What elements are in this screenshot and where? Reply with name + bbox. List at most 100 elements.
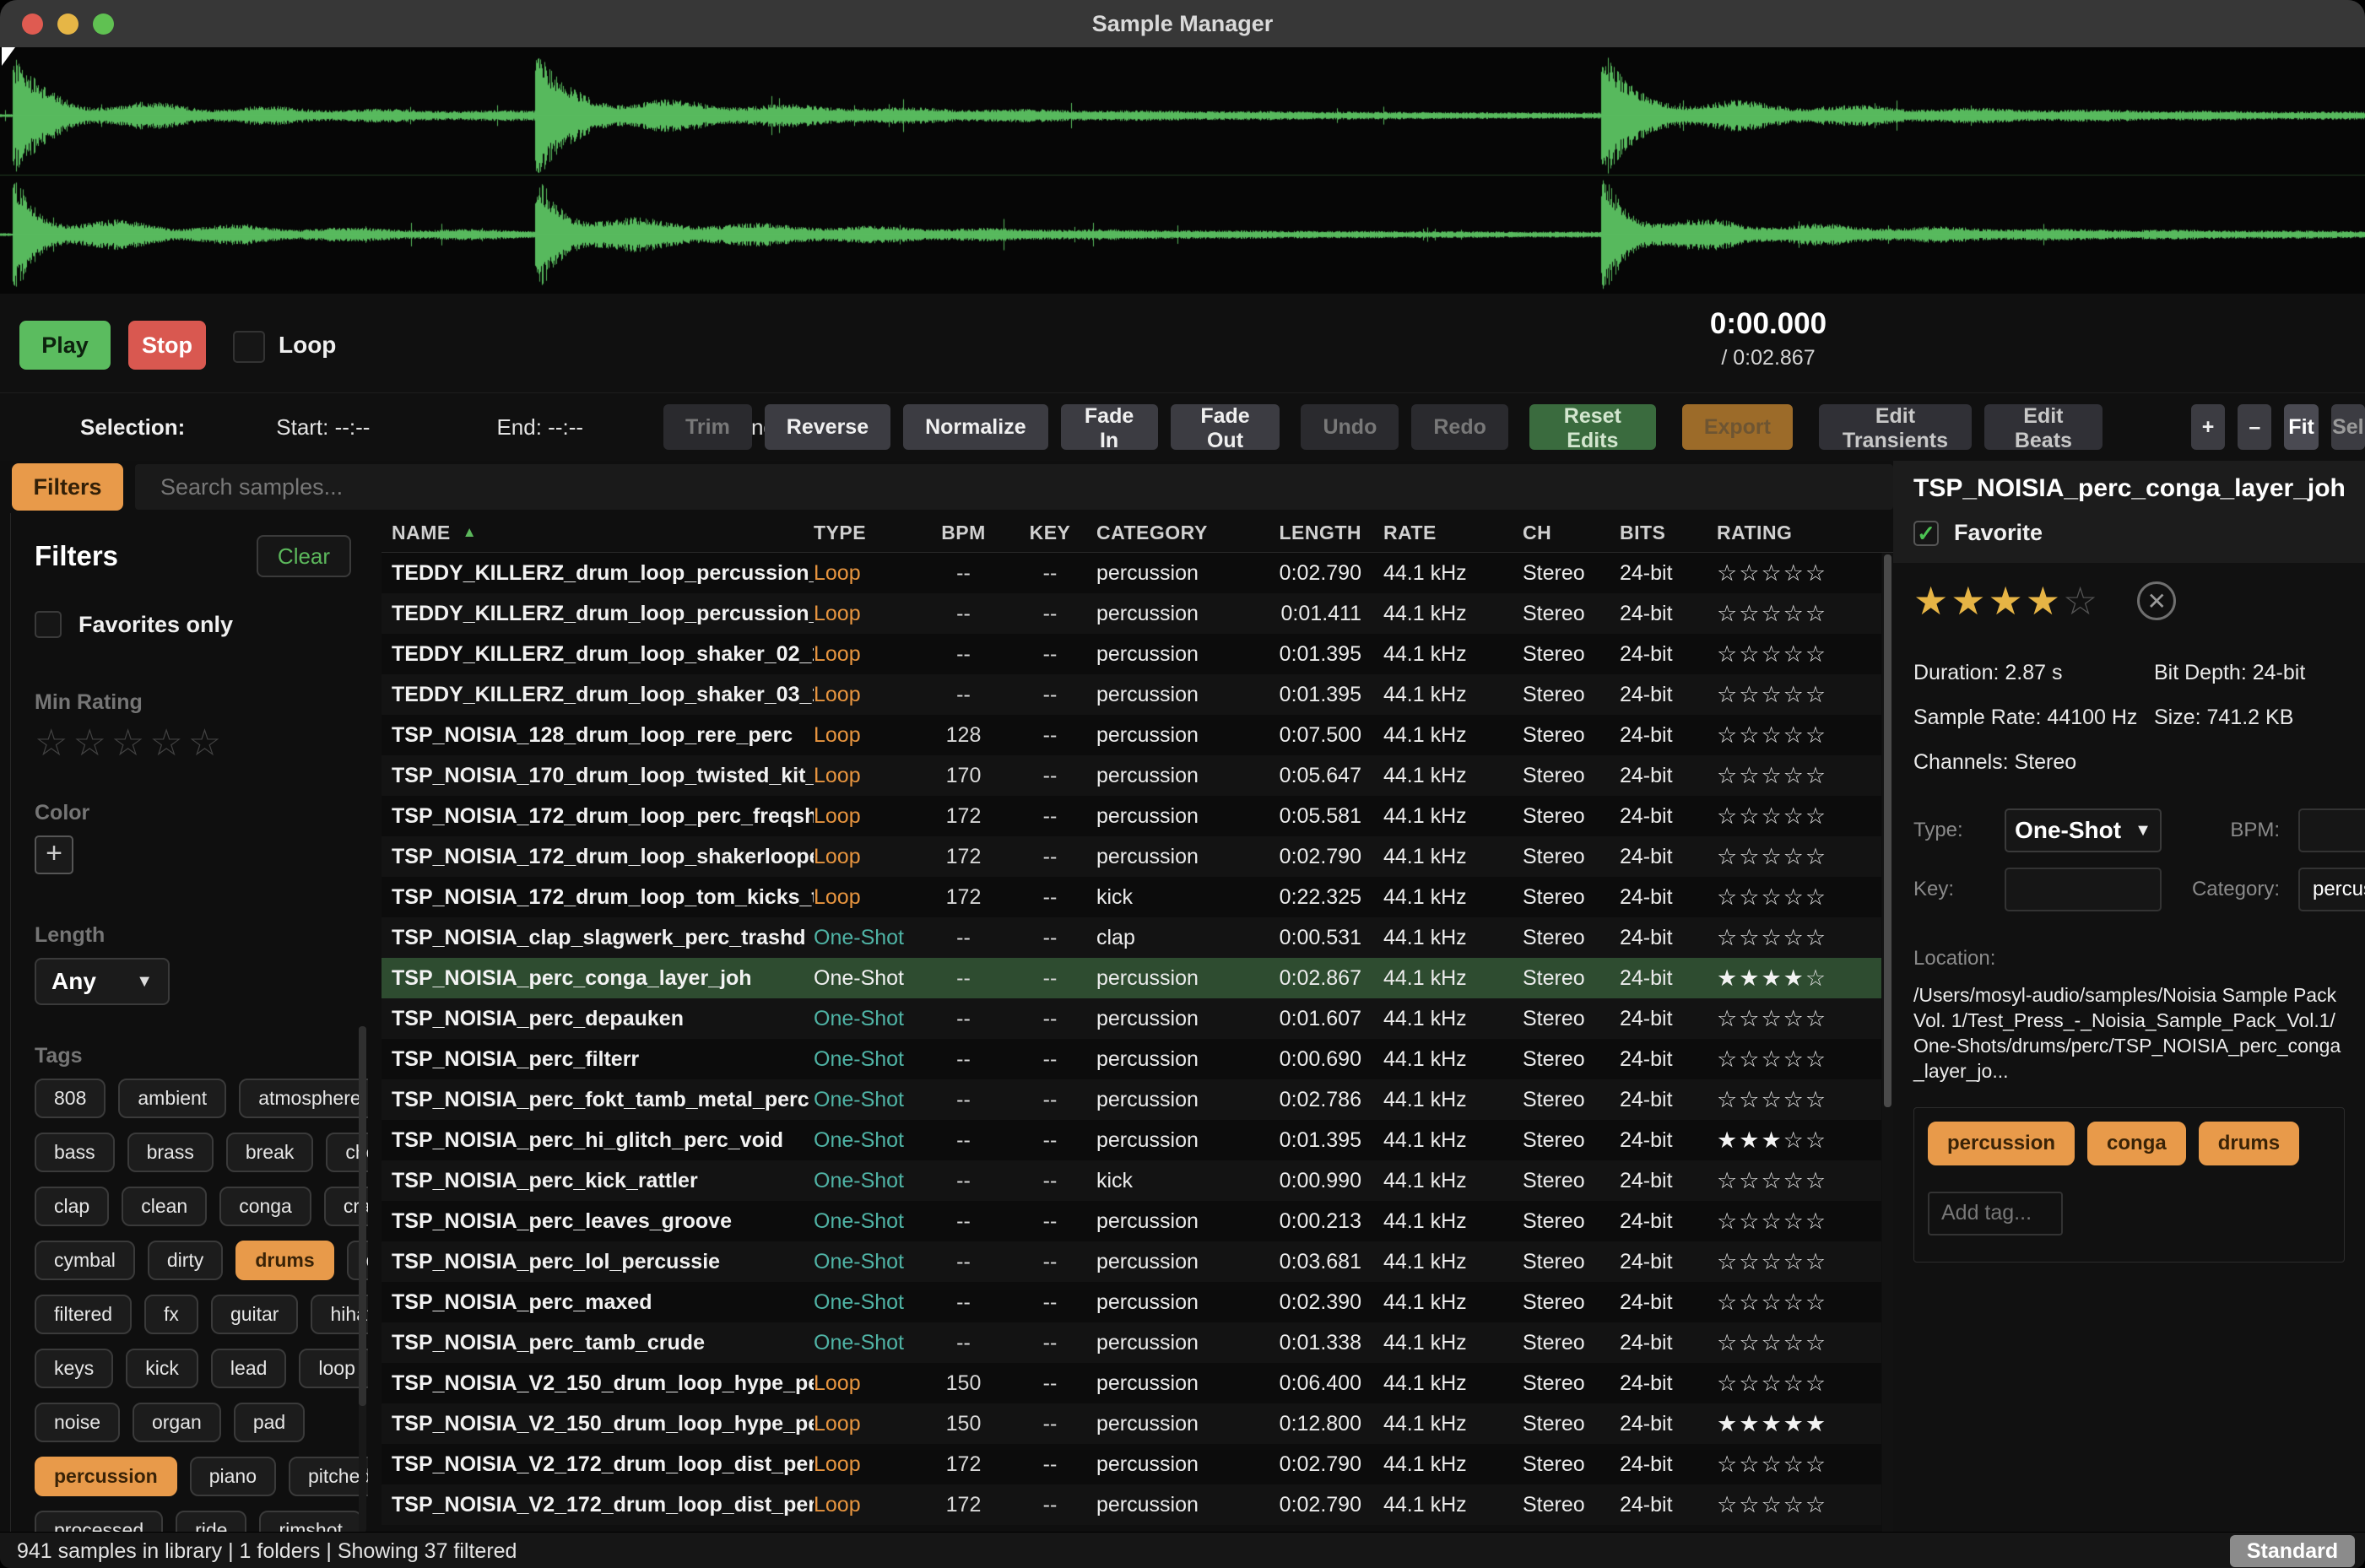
table-row[interactable]: TSP_NOISIA_perc_filterrOne-Shot----percu… — [382, 1039, 1881, 1079]
sample-tag-conga[interactable]: conga — [2087, 1122, 2186, 1165]
cell-rating[interactable]: ☆☆☆☆☆ — [1717, 682, 1881, 708]
table-row[interactable]: TSP_NOISIA_170_drum_loop_twisted_kit_per… — [382, 755, 1881, 796]
sample-tag-percussion[interactable]: percussion — [1928, 1122, 2075, 1165]
undo-button[interactable]: Undo — [1301, 404, 1399, 450]
tag-filter-percussion[interactable]: percussion — [35, 1457, 177, 1496]
cell-rating[interactable]: ★★★★☆ — [1717, 965, 1881, 992]
play-button[interactable]: Play — [19, 321, 111, 370]
cell-rating[interactable]: ☆☆☆☆☆ — [1717, 1330, 1881, 1356]
tag-filter-pitched[interactable]: pitched — [289, 1457, 368, 1496]
table-row[interactable]: TSP_NOISIA_perc_tamb_crudeOne-Shot----pe… — [382, 1322, 1881, 1363]
table-row[interactable]: TEDDY_KILLERZ_drum_loop_shaker_02_172Loo… — [382, 634, 1881, 674]
filters-toggle-button[interactable]: Filters — [12, 463, 123, 511]
cell-rating[interactable]: ☆☆☆☆☆ — [1717, 1208, 1881, 1235]
cell-rating[interactable]: ☆☆☆☆☆ — [1717, 1492, 1881, 1518]
tag-filter-organ[interactable]: organ — [133, 1403, 221, 1442]
cell-rating[interactable]: ★★★★★ — [1717, 1411, 1881, 1437]
table-row[interactable]: TSP_NOISIA_perc_kick_rattlerOne-Shot----… — [382, 1160, 1881, 1201]
table-row[interactable]: TSP_NOISIA_perc_conga_layer_johOne-Shot-… — [382, 958, 1881, 998]
key-field[interactable] — [2005, 868, 2162, 911]
table-row[interactable]: TSP_NOISIA_perc_depaukenOne-Shot----perc… — [382, 998, 1881, 1039]
table-row[interactable]: TSP_NOISIA_V2_150_drum_loop_hype_perc_sh… — [382, 1363, 1881, 1403]
table-row[interactable]: TSP_NOISIA_perc_leaves_grooveOne-Shot---… — [382, 1201, 1881, 1241]
cell-rating[interactable]: ☆☆☆☆☆ — [1717, 641, 1881, 668]
sample-rating-stars[interactable]: ★★★★☆ — [1913, 581, 2100, 620]
table-row[interactable]: TSP_NOISIA_clap_slagwerk_perc_trashdOne-… — [382, 917, 1881, 958]
cell-rating[interactable]: ☆☆☆☆☆ — [1717, 1046, 1881, 1073]
add-color-button[interactable]: + — [35, 835, 73, 874]
table-row[interactable]: TEDDY_KILLERZ_drum_loop_percussion_15_17… — [382, 593, 1881, 634]
clear-filters-button[interactable]: Clear — [257, 535, 351, 577]
tag-filter-processed[interactable]: processed — [35, 1511, 163, 1532]
tag-filter-piano[interactable]: piano — [190, 1457, 276, 1496]
cell-rating[interactable]: ☆☆☆☆☆ — [1717, 844, 1881, 870]
export-button[interactable]: Export — [1682, 404, 1793, 450]
length-filter-dropdown[interactable]: Any ▼ — [35, 958, 170, 1005]
column-header-category[interactable]: CATEGORY — [1096, 522, 1248, 544]
tag-filter-fx[interactable]: fx — [144, 1295, 198, 1334]
close-window-button[interactable] — [22, 14, 43, 35]
tag-filter-bass[interactable]: bass — [35, 1133, 115, 1172]
sidebar-scrollbar-thumb[interactable] — [359, 1026, 366, 1406]
column-header-bits[interactable]: BITS — [1620, 522, 1717, 544]
cell-rating[interactable]: ☆☆☆☆☆ — [1717, 1452, 1881, 1478]
sidebar-scrollbar[interactable] — [359, 1026, 366, 1532]
tag-filter-808[interactable]: 808 — [35, 1079, 106, 1118]
cell-rating[interactable]: ☆☆☆☆☆ — [1717, 601, 1881, 627]
tag-filter-break[interactable]: break — [226, 1133, 314, 1172]
table-row[interactable]: TSP_NOISIA_perc_fokt_tamb_metal_percOne-… — [382, 1079, 1881, 1120]
tag-filter-drums[interactable]: drums — [235, 1241, 333, 1280]
cell-rating[interactable]: ☆☆☆☆☆ — [1717, 1290, 1881, 1316]
zoom-selection-button[interactable]: Sel — [2331, 404, 2365, 450]
tag-filter-conga[interactable]: conga — [219, 1187, 311, 1226]
cell-rating[interactable]: ☆☆☆☆☆ — [1717, 1168, 1881, 1194]
tag-filter-dirty[interactable]: dirty — [148, 1241, 223, 1280]
zoom-out-button[interactable]: – — [2238, 404, 2271, 450]
favorite-checkbox[interactable]: ✓ — [1913, 521, 1939, 546]
cell-rating[interactable]: ☆☆☆☆☆ — [1717, 560, 1881, 587]
column-header-length[interactable]: LENGTH — [1248, 522, 1383, 544]
tag-filter-guitar[interactable]: guitar — [211, 1295, 299, 1334]
tag-filter-clean[interactable]: clean — [122, 1187, 207, 1226]
tag-filter-clap[interactable]: clap — [35, 1187, 109, 1226]
waveform-display[interactable] — [0, 47, 2365, 294]
cell-rating[interactable]: ☆☆☆☆☆ — [1717, 1371, 1881, 1397]
cell-rating[interactable]: ☆☆☆☆☆ — [1717, 1087, 1881, 1113]
table-row[interactable]: TSP_NOISIA_172_drum_loop_shakerloopeditL… — [382, 836, 1881, 877]
standard-mode-button[interactable]: Standard — [2230, 1535, 2355, 1567]
zoom-in-button[interactable]: + — [2191, 404, 2225, 450]
table-row[interactable]: TEDDY_KILLERZ_drum_loop_percussion_05_17… — [382, 553, 1881, 593]
minimize-window-button[interactable] — [57, 14, 78, 35]
tag-filter-brass[interactable]: brass — [127, 1133, 214, 1172]
waveform-canvas[interactable] — [0, 47, 2365, 294]
tag-filter-rimshot[interactable]: rimshot — [259, 1511, 361, 1532]
column-header-rating[interactable]: RATING — [1717, 522, 1893, 544]
edit-transients-button[interactable]: Edit Transients — [1819, 404, 1972, 450]
cell-rating[interactable]: ★★★☆☆ — [1717, 1127, 1881, 1154]
table-row[interactable]: TSP_NOISIA_V2_172_drum_loop_dist_percLoo… — [382, 1444, 1881, 1484]
table-row[interactable]: TSP_NOISIA_perc_lol_percussieOne-Shot---… — [382, 1241, 1881, 1282]
tag-filter-cymbal[interactable]: cymbal — [35, 1241, 135, 1280]
sample-tag-drums[interactable]: drums — [2199, 1122, 2299, 1165]
table-row[interactable]: TSP_NOISIA_172_drum_loop_tom_kicks_twola… — [382, 877, 1881, 917]
column-header-bpm[interactable]: BPM — [923, 522, 1004, 544]
type-dropdown[interactable]: One-Shot ▼ — [2005, 808, 2162, 852]
reverse-button[interactable]: Reverse — [765, 404, 890, 450]
maximize-window-button[interactable] — [93, 14, 114, 35]
cell-rating[interactable]: ☆☆☆☆☆ — [1717, 1249, 1881, 1275]
table-row[interactable]: TEDDY_KILLERZ_drum_loop_shaker_03_172Loo… — [382, 674, 1881, 715]
redo-button[interactable]: Redo — [1411, 404, 1508, 450]
table-row[interactable]: TSP_NOISIA_perc_maxedOne-Shot----percuss… — [382, 1282, 1881, 1322]
fit-button[interactable]: Fit — [2284, 404, 2318, 450]
cell-rating[interactable]: ☆☆☆☆☆ — [1717, 925, 1881, 951]
tag-filter-ride[interactable]: ride — [176, 1511, 246, 1532]
stop-button[interactable]: Stop — [128, 321, 206, 370]
min-rating-stars[interactable]: ☆☆☆☆☆ — [35, 725, 361, 762]
column-header-rate[interactable]: RATE — [1383, 522, 1523, 544]
tag-filter-kick[interactable]: kick — [126, 1349, 198, 1388]
fade-out-button[interactable]: Fade Out — [1171, 404, 1280, 450]
normalize-button[interactable]: Normalize — [903, 404, 1047, 450]
cell-rating[interactable]: ☆☆☆☆☆ — [1717, 1006, 1881, 1032]
loop-checkbox[interactable] — [233, 331, 265, 363]
tag-filter-loop[interactable]: loop — [299, 1349, 368, 1388]
